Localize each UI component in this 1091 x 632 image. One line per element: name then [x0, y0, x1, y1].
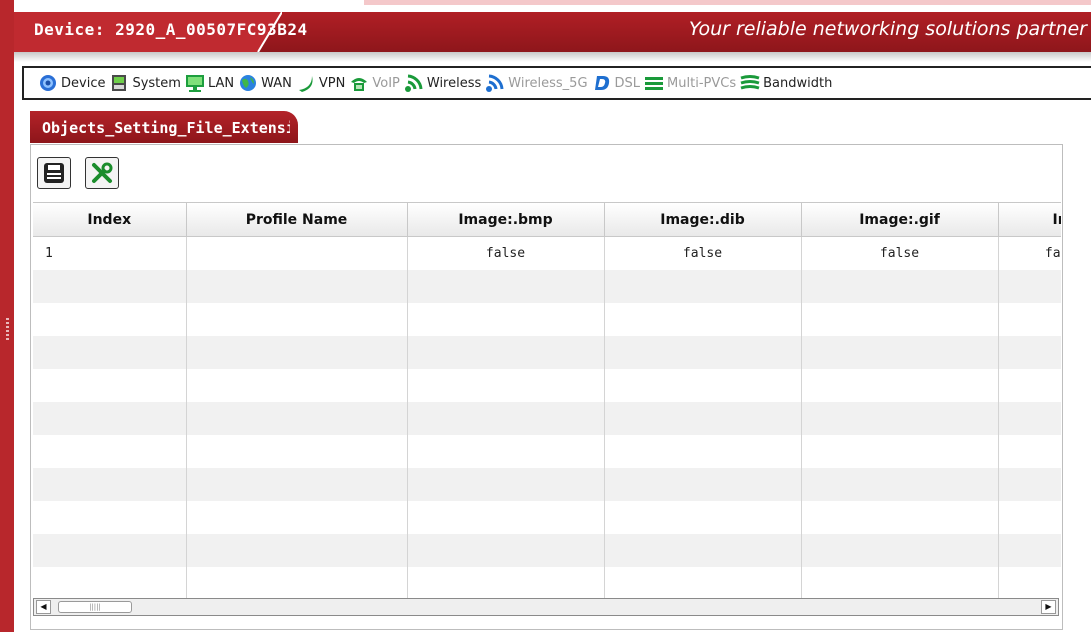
cell-image-gif: false [801, 236, 999, 270]
wireless-5g-icon [486, 74, 504, 92]
panel-tab[interactable]: Objects_Setting_File_Extension [30, 111, 298, 143]
cell-image-jpeg: false [998, 236, 1061, 270]
menu-item-label: Bandwidth [763, 75, 833, 91]
horizontal-scrollbar[interactable]: ◀ ||||| ▶ [33, 598, 1059, 616]
device-title: Device: 2920_A_00507FC93B24 [34, 20, 308, 39]
column-header-profile-name[interactable]: Profile Name [186, 203, 408, 237]
menu-item-label: WAN [261, 75, 292, 91]
multi-pvcs-icon [645, 77, 664, 90]
main-menu-bar: Device System LAN WAN VPN VoIP Wireless … [22, 66, 1091, 100]
table-header-row: Index Profile Name Image:.bmp Image:.dib… [33, 203, 1061, 237]
slogan: Your reliable networking solutions partn… [688, 18, 1087, 40]
save-button[interactable] [37, 157, 71, 189]
menu-item-label: Multi-PVCs [667, 75, 737, 91]
menu-item-bandwidth[interactable]: Bandwidth [740, 74, 832, 92]
objects-table: Index Profile Name Image:.bmp Image:.dib… [33, 203, 1061, 599]
empty-row [33, 501, 1061, 534]
splitter-grip[interactable] [6, 318, 9, 342]
cell-image-bmp: false [407, 236, 605, 270]
menu-item-lan[interactable]: LAN [185, 74, 234, 92]
menu-item-wireless-5g[interactable]: Wireless_5G [485, 74, 588, 92]
menu-item-system[interactable]: System [109, 74, 181, 92]
scroll-left-button[interactable]: ◀ [36, 600, 51, 614]
menu-item-label: VPN [318, 75, 346, 91]
bandwidth-icon [740, 75, 760, 90]
cell-profile-name [186, 236, 408, 270]
empty-row [33, 567, 1061, 599]
empty-row [33, 303, 1061, 336]
system-icon [112, 75, 127, 91]
tools-icon [92, 162, 113, 183]
lan-icon [185, 75, 204, 92]
menu-item-voip[interactable]: VoIP [349, 74, 400, 92]
header: Device: 2920_A_00507FC93B24 Your reliabl… [14, 0, 1091, 64]
panel-title: Objects_Setting_File_Extension [42, 119, 290, 137]
menu-item-dsl[interactable]: DSL [592, 74, 641, 92]
dsl-icon [594, 76, 609, 90]
empty-row [33, 402, 1061, 435]
menu-item-label: DSL [614, 75, 641, 91]
menu-item-multi-pvcs[interactable]: Multi-PVCs [644, 74, 736, 92]
objects-setting-panel: Objects_Setting_File_Extension Index Pro… [28, 106, 1091, 630]
menu-item-label: LAN [207, 75, 235, 91]
menu-item-device[interactable]: Device [38, 74, 105, 92]
column-header-image-jpeg[interactable]: Image:.jpeg [998, 203, 1061, 237]
menu-item-label: VoIP [372, 75, 400, 91]
cell-index: 1 [33, 236, 187, 270]
menu-item-wireless[interactable]: Wireless [404, 74, 481, 92]
cell-image-dib: false [604, 236, 802, 270]
table-row[interactable]: 1 false false false false [33, 236, 1061, 270]
scrollbar-thumb[interactable]: ||||| [58, 601, 132, 613]
empty-row [33, 468, 1061, 501]
left-border-strip [0, 0, 14, 632]
empty-row [33, 435, 1061, 468]
menu-item-label: Device [61, 75, 106, 91]
menu-item-label: Wireless_5G [508, 75, 588, 91]
menu-item-vpn[interactable]: VPN [296, 74, 345, 92]
column-header-image-bmp[interactable]: Image:.bmp [407, 203, 605, 237]
vpn-icon [298, 76, 313, 92]
tools-button[interactable] [85, 157, 119, 189]
panel-frame: Index Profile Name Image:.bmp Image:.dib… [30, 144, 1063, 630]
empty-row [33, 534, 1061, 567]
device-icon [40, 75, 56, 91]
menu-item-label: System [132, 75, 181, 91]
voip-phone-icon [351, 78, 368, 91]
column-header-image-gif[interactable]: Image:.gif [801, 203, 999, 237]
header-shadow [14, 52, 1091, 62]
empty-row [33, 270, 1061, 303]
column-header-image-dib[interactable]: Image:.dib [604, 203, 802, 237]
scroll-right-button[interactable]: ▶ [1041, 600, 1056, 614]
header-top-accent [364, 0, 1091, 5]
toolbar [37, 157, 133, 193]
save-icon [44, 163, 64, 183]
menu-item-wan[interactable]: WAN [238, 74, 292, 92]
menu-item-label: Wireless [426, 75, 482, 91]
column-header-index[interactable]: Index [33, 203, 187, 237]
empty-row [33, 369, 1061, 402]
empty-row [33, 336, 1061, 369]
wan-globe-icon [240, 75, 257, 91]
data-grid: Index Profile Name Image:.bmp Image:.dib… [33, 202, 1061, 599]
wireless-icon [404, 74, 423, 92]
